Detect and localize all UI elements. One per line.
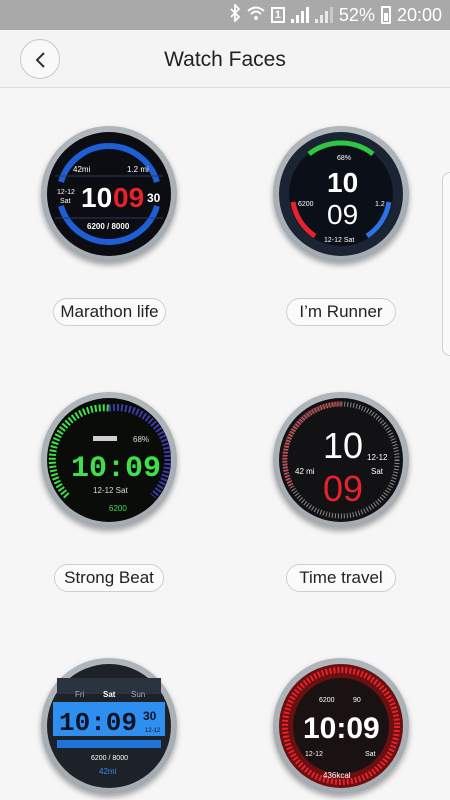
battery-percent: 52% <box>338 4 375 25</box>
face-date-text: 12-12 Sat <box>324 237 354 244</box>
app-header: Watch Faces <box>0 30 450 88</box>
face-distance-text: 42mi <box>99 767 117 776</box>
face-distance-text: 42mi <box>73 165 91 174</box>
face-distance-text: 1.2 <box>375 201 385 208</box>
face-hour-text: 10 <box>323 425 363 466</box>
watch-face-im-runner[interactable]: 68% 10 09 6200 1.2 12-12 Sat <box>273 126 409 262</box>
face-hour-text: 10 <box>81 182 112 213</box>
face-date-text: 12-12 <box>367 453 388 462</box>
face-date-text: 12-12 <box>305 751 323 758</box>
face-day-text: Sat <box>103 690 116 699</box>
face-day-text: Sat <box>371 467 384 476</box>
face-minute-text: 09 <box>113 182 144 213</box>
face-day-prev-text: Fri <box>75 690 85 699</box>
face-minute-text: 09 <box>327 199 358 230</box>
face-steps-text: 6200 <box>298 201 314 208</box>
face-label-im-runner[interactable]: I’m Runner <box>286 298 396 326</box>
face-steps-text: 6200 / 8000 <box>87 222 130 231</box>
face-day-text: Sat <box>60 198 71 205</box>
bluetooth-icon <box>229 2 241 27</box>
sim-icon: 1 <box>270 7 285 23</box>
face-label-strong-beat[interactable]: Strong Beat <box>54 564 164 592</box>
face-seconds-text: 30 <box>143 709 157 723</box>
face-calories-text: 436kcal <box>323 771 351 780</box>
face-battery-text: 68% <box>337 155 351 162</box>
face-hour-text: 10 <box>327 167 358 198</box>
wifi-icon <box>247 5 265 26</box>
face-date-text: 12-12 <box>57 189 75 196</box>
watch-face-marathon-life[interactable]: 42mi 1.2 mi 12-12 Sat 10 09 30 6200 / 80… <box>41 126 177 262</box>
face-day-next-text: Sun <box>131 690 145 699</box>
face-steps-text: 6200 <box>109 504 127 513</box>
watch-face-strong-beat[interactable]: 68% 10:09 12-12 Sat 6200 <box>41 392 177 528</box>
watch-face-red-sport[interactable]: 6200 90 10:09 12-12 Sat 436kcal <box>273 658 409 794</box>
clock: 20:00 <box>396 4 442 25</box>
watch-face-time-travel[interactable]: 10 09 42 mi 12-12 Sat <box>273 392 409 528</box>
face-time-text: 10:09 <box>303 712 380 745</box>
face-minute-text: 09 <box>323 468 363 509</box>
face-time-text: 10:09 <box>71 452 161 486</box>
face-steps-text: 6200 / 8000 <box>91 755 128 762</box>
status-bar: 1 52% 20:00 <box>0 0 450 30</box>
face-label-time-travel[interactable]: Time travel <box>286 564 396 592</box>
face-battery-text: 68% <box>133 435 149 444</box>
signal-icon <box>290 7 309 23</box>
face-run-text: 1.2 mi <box>127 165 149 174</box>
face-time-text: 10:09 <box>59 708 137 738</box>
face-distance-text: 42 mi <box>295 467 315 476</box>
face-day-text: Sat <box>365 751 376 758</box>
signal-icon <box>314 7 333 23</box>
face-heart-text: 90 <box>353 697 361 704</box>
face-date-text: 12-12 <box>145 728 161 734</box>
battery-charging-icon <box>380 6 391 24</box>
face-date-text: 12-12 Sat <box>93 486 128 495</box>
side-scroll-handle[interactable] <box>442 172 450 356</box>
face-label-marathon-life[interactable]: Marathon life <box>53 298 166 326</box>
watch-face-blue-lcd[interactable]: Fri Sat Sun 10:09 30 12-12 6200 / 8000 4… <box>41 658 177 794</box>
face-seconds-text: 30 <box>147 191 161 205</box>
page-title: Watch Faces <box>164 48 286 71</box>
face-steps-text: 6200 <box>319 697 335 704</box>
